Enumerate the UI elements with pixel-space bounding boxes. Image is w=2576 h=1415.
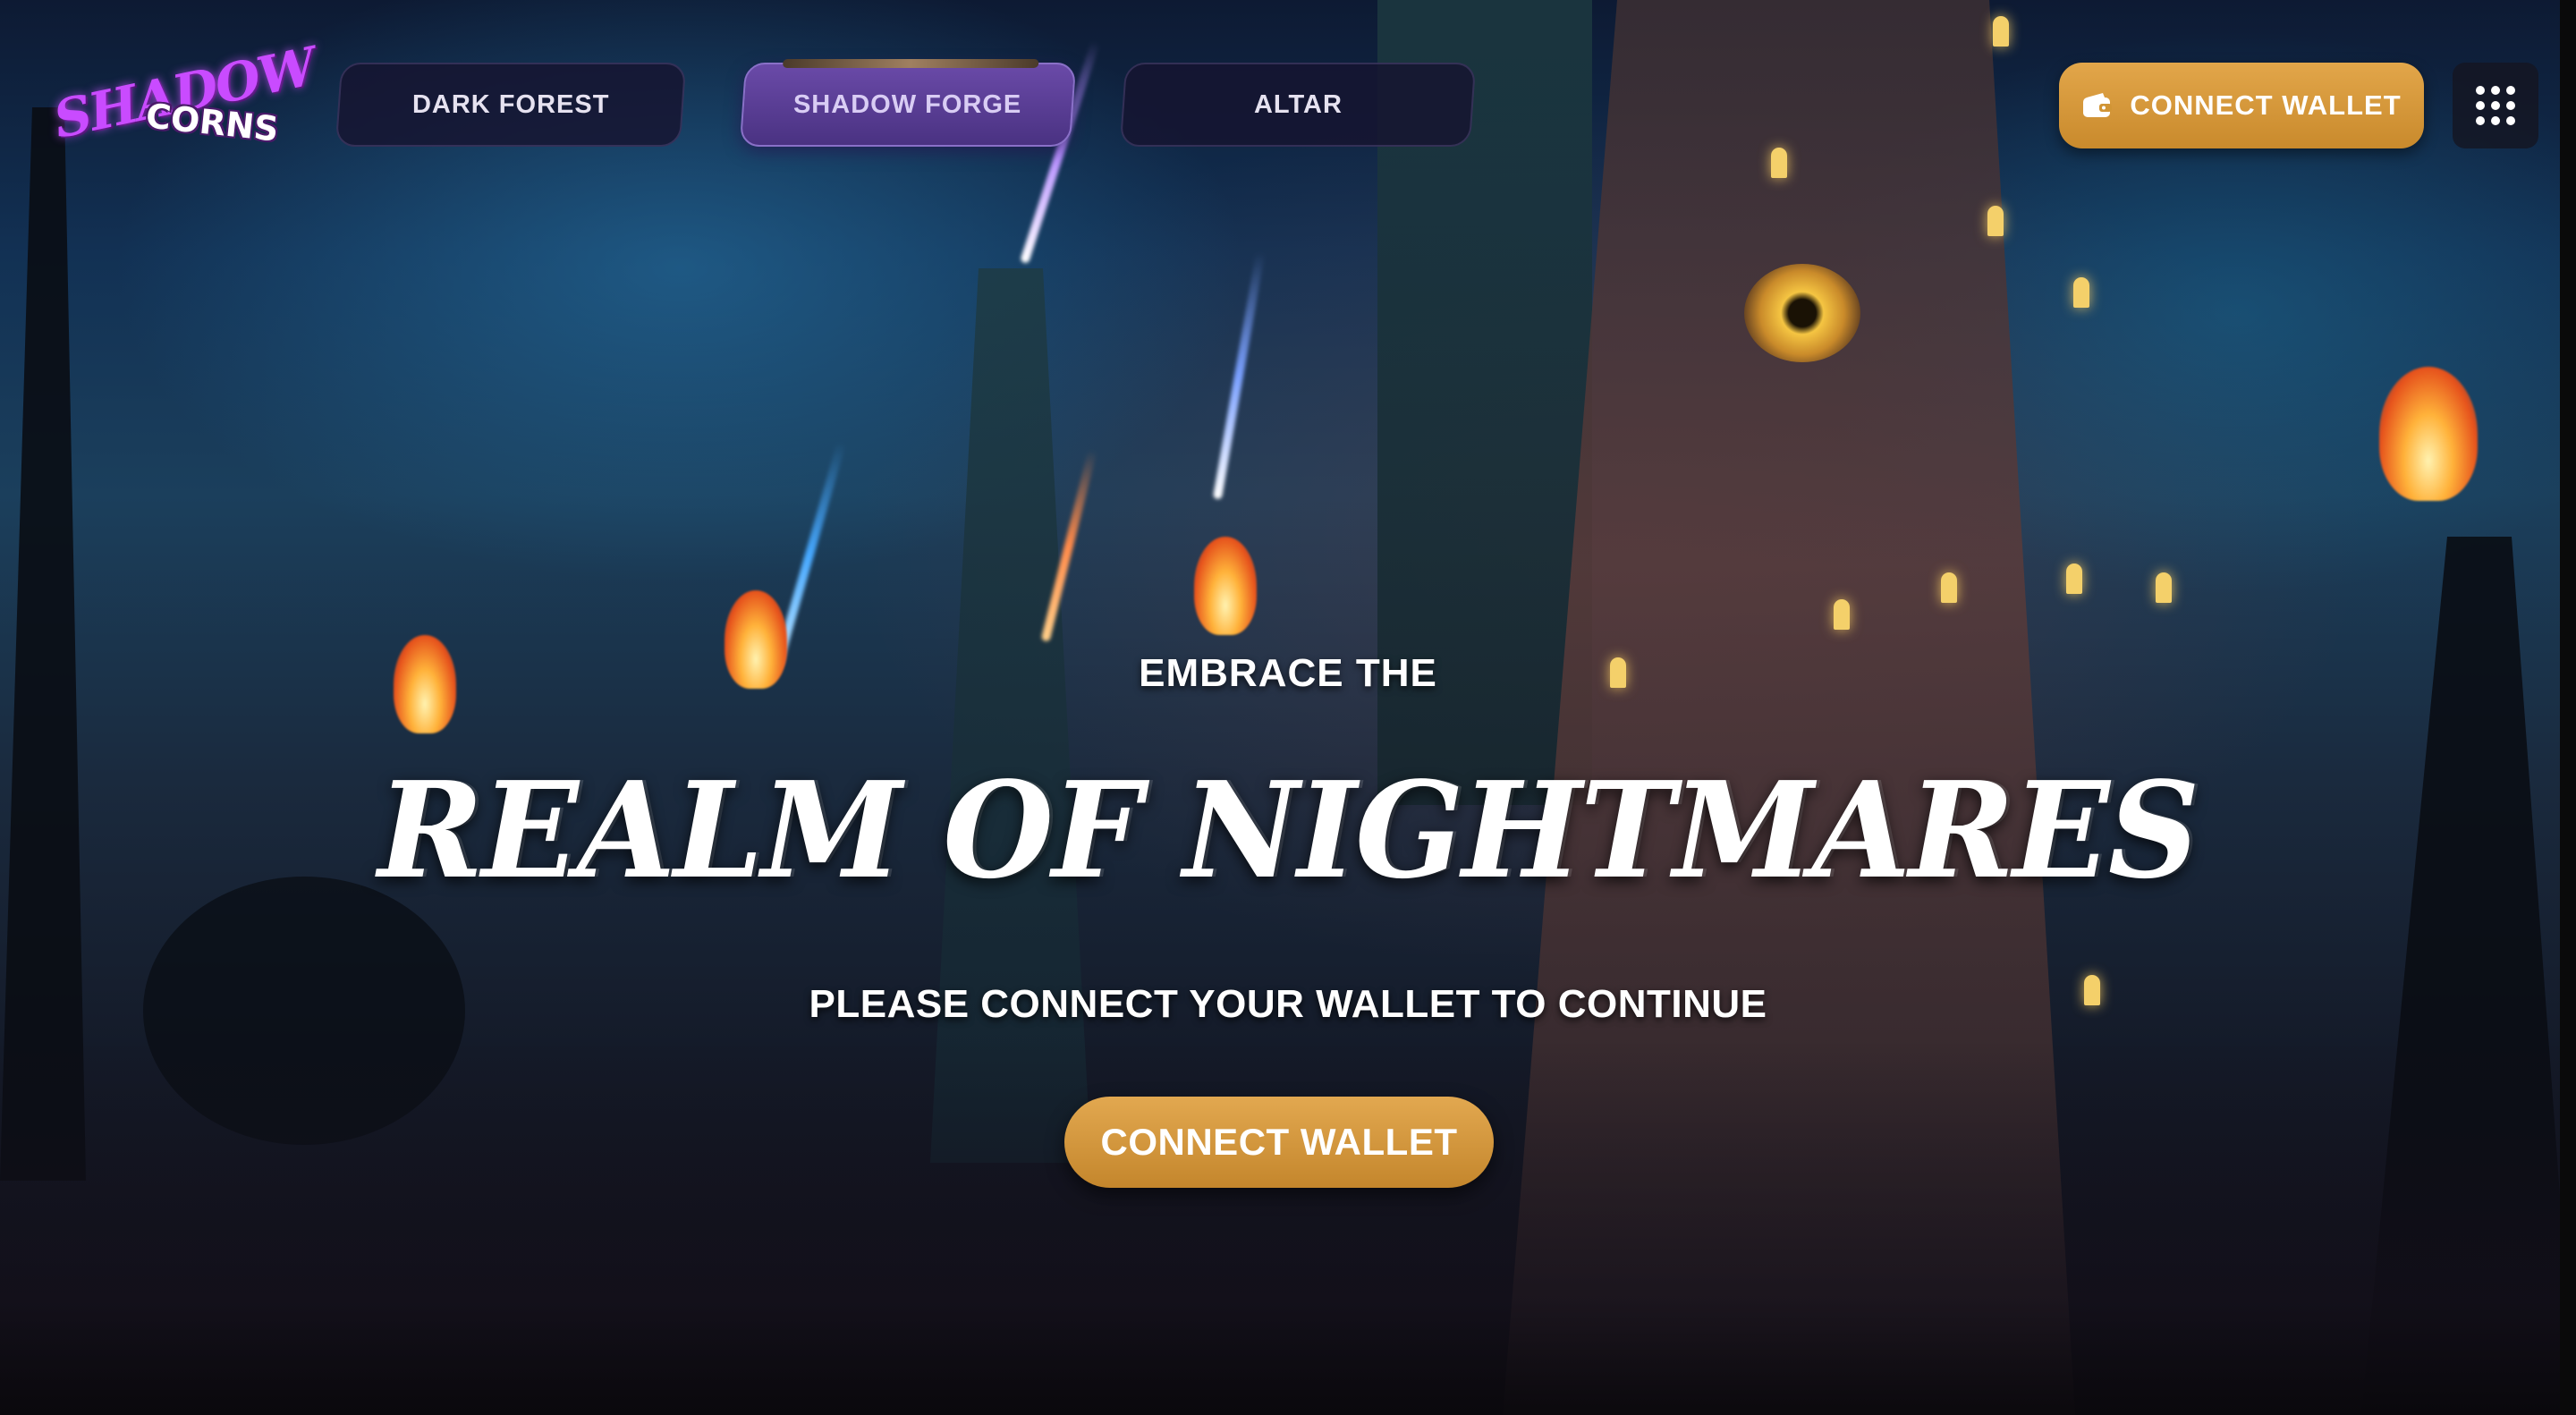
grid-dot (2491, 86, 2500, 95)
page: SHADOW CORNS DARK FOREST SHADOW FORGE AL… (0, 0, 2576, 1415)
tower-window (2066, 563, 2082, 594)
torch-flame (2379, 367, 2478, 501)
torch-flame (1194, 537, 1257, 635)
active-tab-trim (782, 59, 1039, 68)
wallet-icon (2081, 92, 2114, 119)
tab-label: SHADOW FORGE (793, 89, 1022, 119)
tower-eye (1744, 264, 1860, 362)
tower-window (1771, 148, 1787, 178)
header-connect-wallet-label: CONNECT WALLET (2130, 89, 2402, 121)
hero-title: REALM OF NIGHTMARES (377, 752, 2200, 908)
tower-window (1987, 206, 2004, 236)
light-beam (1212, 251, 1266, 500)
window-edge (2560, 0, 2576, 1415)
shadowcorns-logo[interactable]: SHADOW CORNS (48, 36, 319, 170)
tower-window (1993, 16, 2009, 47)
tower-window (1834, 599, 1850, 630)
ground-fog (0, 1039, 2576, 1415)
tower-window (1941, 572, 1957, 603)
grid-dot (2506, 116, 2515, 125)
tower-window (2156, 572, 2172, 603)
tab-altar[interactable]: ALTAR (1119, 63, 1477, 147)
tab-label: DARK FOREST (411, 89, 610, 119)
hero-subtitle: PLEASE CONNECT YOUR WALLET TO CONTINUE (809, 982, 1767, 1026)
tower-window (2073, 277, 2089, 308)
background-tower (930, 268, 1091, 1163)
hero-kicker: EMBRACE THE (1139, 651, 1437, 695)
grid-dot (2476, 101, 2485, 110)
grid-dot (2476, 116, 2485, 125)
grid-dot (2506, 101, 2515, 110)
tab-label: ALTAR (1253, 89, 1343, 119)
grid-dot (2506, 86, 2515, 95)
grid-dot (2476, 86, 2485, 95)
grid-menu-icon[interactable] (2453, 63, 2538, 148)
tab-shadow-forge[interactable]: SHADOW FORGE (739, 59, 1077, 147)
grid-dot (2491, 101, 2500, 110)
hero-connect-wallet-button[interactable]: CONNECT WALLET (1064, 1097, 1494, 1188)
grid-dot (2491, 116, 2500, 125)
header-connect-wallet-button[interactable]: CONNECT WALLET (2059, 63, 2424, 148)
tab-dark-forest[interactable]: DARK FOREST (335, 63, 687, 147)
